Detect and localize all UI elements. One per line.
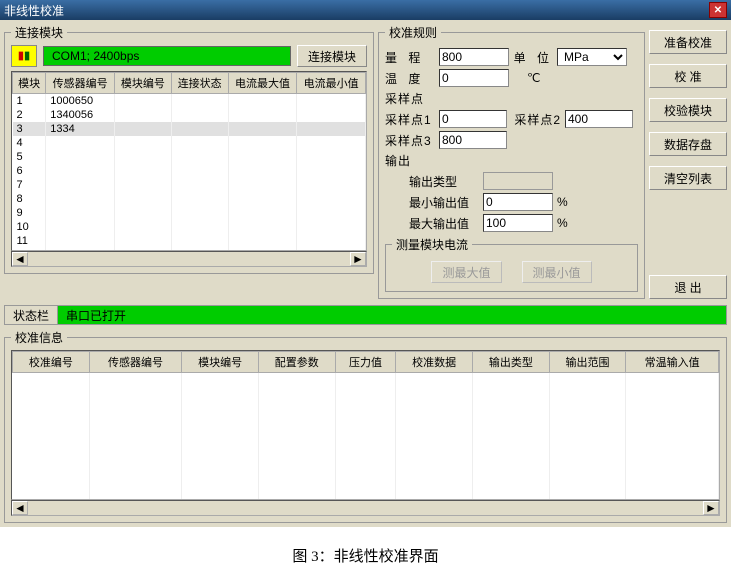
status-value: 串口已打开 bbox=[58, 306, 726, 324]
titlebar: 非线性校准 ✕ bbox=[0, 0, 731, 20]
table-row[interactable]: 8 bbox=[13, 192, 366, 206]
hscrollbar-bottom[interactable]: ◄ ► bbox=[11, 500, 720, 516]
connect-legend: 连接模块 bbox=[11, 24, 67, 41]
col-header[interactable]: 模块编号 bbox=[114, 73, 171, 94]
max-out-label: 最大输出值 bbox=[409, 215, 479, 232]
col-header[interactable]: 常温输入值 bbox=[626, 352, 719, 373]
hscrollbar[interactable]: ◄ ► bbox=[11, 251, 367, 267]
table-row[interactable] bbox=[13, 415, 719, 429]
sample1-input[interactable] bbox=[439, 110, 507, 128]
out-type-box bbox=[483, 172, 553, 190]
measure-legend: 测量模块电流 bbox=[392, 236, 472, 253]
table-row[interactable]: 7 bbox=[13, 178, 366, 192]
table-row[interactable] bbox=[13, 443, 719, 457]
sample2-label: 采样点2 bbox=[511, 111, 561, 128]
unit-label: 单 位 bbox=[513, 49, 553, 66]
samples-label: 采样点 bbox=[385, 90, 435, 107]
module-table[interactable]: 模块传感器编号模块编号连接状态电流最大值电流最小值 11000650213400… bbox=[11, 71, 367, 251]
max-out-input[interactable] bbox=[483, 214, 553, 232]
table-row[interactable] bbox=[13, 471, 719, 485]
min-out-label: 最小输出值 bbox=[409, 194, 479, 211]
exit-button[interactable]: 退 出 bbox=[649, 275, 727, 299]
com-label: COM1; 2400bps bbox=[43, 46, 291, 66]
col-header[interactable]: 传感器编号 bbox=[46, 73, 115, 94]
save-button[interactable]: 数据存盘 bbox=[649, 132, 727, 156]
col-header[interactable]: 压力值 bbox=[335, 352, 396, 373]
measure-max-button[interactable]: 测最大值 bbox=[431, 261, 501, 283]
temp-label: 温 度 bbox=[385, 70, 435, 87]
unit-select[interactable]: MPa bbox=[557, 48, 627, 66]
scroll-right-icon[interactable]: ► bbox=[703, 501, 719, 515]
out-type-label: 输出类型 bbox=[409, 173, 479, 190]
table-row[interactable]: 11 bbox=[13, 234, 366, 248]
port-icon[interactable] bbox=[11, 45, 37, 67]
table-row[interactable] bbox=[13, 429, 719, 443]
window-title: 非线性校准 bbox=[4, 2, 64, 19]
table-row[interactable]: 5 bbox=[13, 150, 366, 164]
col-header[interactable]: 电流最大值 bbox=[228, 73, 297, 94]
prepare-button[interactable]: 准备校准 bbox=[649, 30, 727, 54]
table-row[interactable] bbox=[13, 401, 719, 415]
range-label: 量 程 bbox=[385, 49, 435, 66]
table-row[interactable]: 4 bbox=[13, 136, 366, 150]
col-header[interactable]: 输出类型 bbox=[473, 352, 550, 373]
col-header[interactable]: 校准编号 bbox=[13, 352, 90, 373]
calinfo-fieldset: 校准信息 校准编号传感器编号模块编号配置参数压力值校准数据输出类型输出范围常温输… bbox=[4, 329, 727, 523]
table-row[interactable]: 11000650 bbox=[13, 94, 366, 109]
figure-caption: 图 3：非线性校准界面 bbox=[0, 527, 731, 574]
close-icon[interactable]: ✕ bbox=[709, 2, 727, 18]
clear-button[interactable]: 清空列表 bbox=[649, 166, 727, 190]
output-label: 输出 bbox=[385, 152, 435, 169]
scroll-left-icon[interactable]: ◄ bbox=[12, 501, 28, 515]
table-row[interactable]: 31334 bbox=[13, 122, 366, 136]
scroll-left-icon[interactable]: ◄ bbox=[12, 252, 28, 266]
calinfo-table[interactable]: 校准编号传感器编号模块编号配置参数压力值校准数据输出类型输出范围常温输入值 bbox=[11, 350, 720, 500]
table-row[interactable] bbox=[13, 457, 719, 471]
col-header[interactable]: 连接状态 bbox=[171, 73, 228, 94]
col-header[interactable]: 模块编号 bbox=[182, 352, 259, 373]
max-out-pct: % bbox=[557, 216, 568, 230]
rules-fieldset: 校准规则 量 程 单 位 MPa 温 度 ℃ 采样点 bbox=[378, 24, 645, 299]
calinfo-legend: 校准信息 bbox=[11, 329, 67, 346]
measure-fieldset: 测量模块电流 测最大值 测最小值 bbox=[385, 236, 638, 292]
rules-legend: 校准规则 bbox=[385, 24, 441, 41]
min-out-input[interactable] bbox=[483, 193, 553, 211]
sample3-label: 采样点3 bbox=[385, 132, 435, 149]
calibrate-button[interactable]: 校 准 bbox=[649, 64, 727, 88]
col-header[interactable]: 配置参数 bbox=[258, 352, 335, 373]
min-out-pct: % bbox=[557, 195, 568, 209]
table-row[interactable] bbox=[13, 373, 719, 387]
table-row[interactable]: 9 bbox=[13, 206, 366, 220]
col-header[interactable]: 输出范围 bbox=[549, 352, 626, 373]
table-row[interactable]: 10 bbox=[13, 220, 366, 234]
status-bar: 状态栏 串口已打开 bbox=[4, 305, 727, 325]
connect-button[interactable]: 连接模块 bbox=[297, 45, 367, 67]
connect-fieldset: 连接模块 COM1; 2400bps 连接模块 模块传感器编号模块编号连接状态电… bbox=[4, 24, 374, 274]
temp-unit: ℃ bbox=[527, 71, 540, 85]
status-label: 状态栏 bbox=[5, 306, 58, 324]
table-row[interactable] bbox=[13, 485, 719, 499]
sample2-input[interactable] bbox=[565, 110, 633, 128]
col-header[interactable]: 传感器编号 bbox=[89, 352, 182, 373]
table-row[interactable]: 21340056 bbox=[13, 108, 366, 122]
table-row[interactable]: 6 bbox=[13, 164, 366, 178]
sample1-label: 采样点1 bbox=[385, 111, 435, 128]
temp-input[interactable] bbox=[439, 69, 509, 87]
verify-button[interactable]: 校验模块 bbox=[649, 98, 727, 122]
measure-min-button[interactable]: 测最小值 bbox=[522, 261, 592, 283]
col-header[interactable]: 校准数据 bbox=[396, 352, 473, 373]
scroll-right-icon[interactable]: ► bbox=[350, 252, 366, 266]
table-row[interactable] bbox=[13, 387, 719, 401]
col-header[interactable]: 电流最小值 bbox=[297, 73, 366, 94]
sample3-input[interactable] bbox=[439, 131, 507, 149]
range-input[interactable] bbox=[439, 48, 509, 66]
col-header[interactable]: 模块 bbox=[13, 73, 46, 94]
